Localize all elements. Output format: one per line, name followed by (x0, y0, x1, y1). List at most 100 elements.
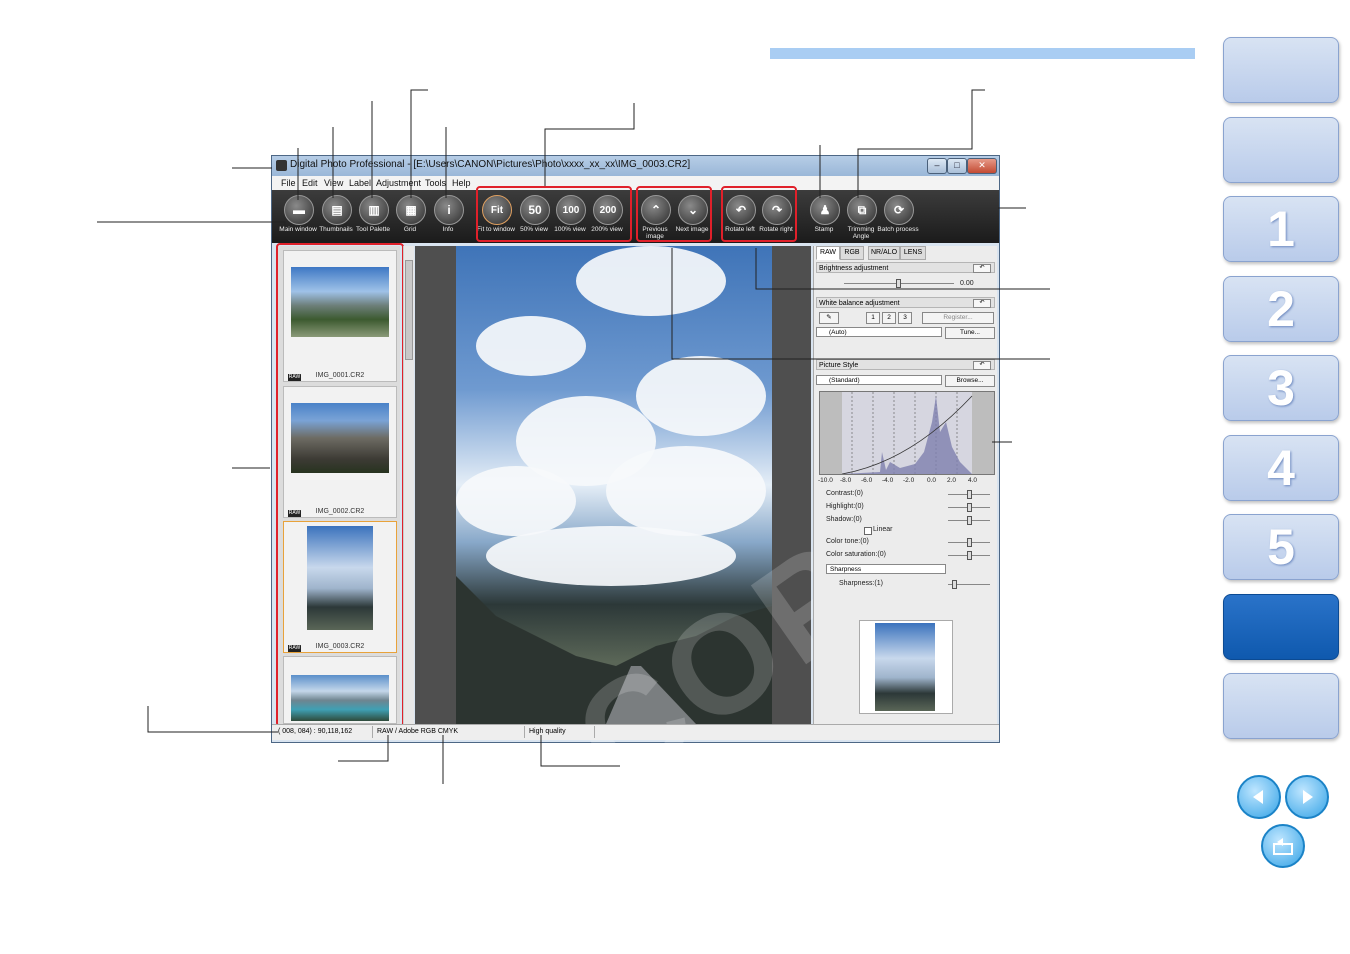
prev-page-button[interactable] (1237, 775, 1281, 819)
menu-help[interactable]: Help (452, 178, 471, 188)
sharpness-select[interactable]: Sharpness (826, 564, 946, 574)
scrollbar-thumb[interactable] (405, 260, 413, 360)
side-tab-label: 4 (1267, 440, 1295, 496)
side-tab-introduction[interactable] (1223, 117, 1339, 183)
slider-knob[interactable] (967, 538, 972, 547)
tool-palette-button[interactable]: ▥ (359, 195, 389, 225)
eyedropper-icon: ✎ (826, 314, 832, 321)
navigator-preview[interactable] (859, 620, 953, 714)
histogram-graph (820, 392, 994, 475)
rotate-group-highlight (721, 186, 797, 242)
menu-file[interactable]: File (281, 178, 296, 188)
stamp-button[interactable]: ♟ (810, 195, 840, 225)
minimize-button[interactable]: – (927, 158, 947, 174)
eyedropper-button[interactable]: ✎ (819, 312, 839, 324)
contrast-slider[interactable] (948, 490, 990, 499)
color-saturation-slider[interactable] (948, 551, 990, 560)
info-icon: i (447, 203, 451, 217)
white-balance-reset-button[interactable]: ↶ (973, 299, 991, 308)
stamp-icon: ♟ (819, 203, 831, 217)
histogram-tick: -4.0 (882, 477, 894, 484)
histogram-tick: -10.0 (818, 477, 833, 484)
menu-tools[interactable]: Tools (425, 178, 446, 188)
slider-knob[interactable] (967, 551, 972, 560)
title-bar: Digital Photo Professional - [E:\Users\C… (272, 156, 999, 176)
tab-nr-alo[interactable]: NR/ALO (868, 246, 900, 260)
grid-icon: ▦ (405, 203, 417, 217)
histogram-tick: -2.0 (903, 477, 915, 484)
batch-process-label: Batch process (877, 226, 919, 233)
brightness-value: 0.00 (960, 280, 974, 287)
folder-icon: ▬ (293, 203, 305, 217)
thumbnails-button[interactable]: ▤ (322, 195, 352, 225)
brightness-label: Brightness adjustment (819, 265, 889, 272)
main-window-button[interactable]: ▬ (284, 195, 314, 225)
side-tab-label: 5 (1267, 519, 1295, 575)
return-icon (1273, 838, 1293, 855)
brightness-slider[interactable] (844, 279, 954, 288)
picture-style-reset-button[interactable]: ↶ (973, 361, 991, 370)
sharpness-label: Sharpness:(1) (839, 580, 883, 587)
side-tab-3[interactable]: 3 (1223, 355, 1339, 421)
grid-button[interactable]: ▦ (396, 195, 426, 225)
tab-rgb[interactable]: RGB (840, 246, 864, 260)
side-tab-4[interactable]: 4 (1223, 435, 1339, 501)
toolbar: ▬ Main window ▤ Thumbnails ▥ Tool Palett… (272, 186, 999, 243)
arrow-right-icon (1303, 790, 1313, 804)
register-button[interactable]: Register... (922, 312, 994, 324)
white-balance-select[interactable]: (Auto) (816, 327, 942, 337)
window-title: Digital Photo Professional - [E:\Users\C… (290, 159, 691, 170)
thumbnail-scrollbar[interactable] (403, 246, 414, 724)
slider-knob[interactable] (967, 516, 972, 525)
side-tab-contents[interactable] (1223, 37, 1339, 103)
side-tab-5[interactable]: 5 (1223, 514, 1339, 580)
slider-knob[interactable] (967, 503, 972, 512)
white-balance-header: White balance adjustment ↶ (816, 297, 995, 308)
browse-button[interactable]: Browse... (945, 375, 995, 387)
app-icon (276, 160, 287, 171)
side-tab-1[interactable]: 1 (1223, 196, 1339, 262)
side-tab-label: 3 (1267, 360, 1295, 416)
picture-style-select[interactable]: (Standard) (816, 375, 942, 385)
wb-preset-2[interactable]: 2 (882, 312, 896, 324)
menu-label[interactable]: Label (349, 178, 371, 188)
brightness-reset-button[interactable]: ↶ (973, 264, 991, 273)
contrast-label: Contrast:(0) (826, 490, 863, 497)
close-button[interactable]: ✕ (967, 158, 997, 174)
image-view[interactable]: COPY (415, 246, 975, 819)
color-tone-slider[interactable] (948, 538, 990, 547)
highlight-slider[interactable] (948, 503, 990, 512)
quality-info: High quality (529, 728, 566, 735)
picture-style-header: Picture Style ↶ (816, 359, 995, 370)
batch-process-button[interactable]: ⟳ (884, 195, 914, 225)
sharpness-slider[interactable] (948, 580, 990, 589)
side-tab-index[interactable] (1223, 673, 1339, 739)
info-button[interactable]: i (434, 195, 464, 225)
tab-lens[interactable]: LENS (900, 246, 926, 260)
app-window: Digital Photo Professional - [E:\Users\C… (271, 155, 1000, 819)
slider-knob[interactable] (952, 580, 957, 589)
tune-button[interactable]: Tune... (945, 327, 995, 339)
slider-knob[interactable] (896, 279, 901, 288)
menu-view[interactable]: View (324, 178, 343, 188)
linear-checkbox[interactable] (864, 527, 872, 535)
maximize-button[interactable]: □ (947, 158, 967, 174)
trimming-angle-button[interactable]: ⧉ (847, 195, 877, 225)
wb-preset-3[interactable]: 3 (898, 312, 912, 324)
next-page-button[interactable] (1285, 775, 1329, 819)
tab-raw[interactable]: RAW (816, 246, 840, 260)
side-tab-2[interactable]: 2 (1223, 276, 1339, 342)
batch-icon: ⟳ (893, 203, 905, 217)
shadow-slider[interactable] (948, 516, 990, 525)
wb-preset-1[interactable]: 1 (866, 312, 880, 324)
return-button[interactable] (1261, 824, 1305, 868)
slider-knob[interactable] (967, 490, 972, 499)
shadow-label: Shadow:(0) (826, 516, 862, 523)
arrow-left-icon (1253, 790, 1263, 804)
header-accent-bar (770, 48, 1195, 59)
side-tab-reference[interactable] (1223, 594, 1339, 660)
menu-edit[interactable]: Edit (302, 178, 318, 188)
tone-curve-histogram[interactable] (819, 391, 995, 475)
color-saturation-label: Color saturation:(0) (826, 551, 886, 558)
menu-adjustment[interactable]: Adjustment (376, 178, 421, 188)
